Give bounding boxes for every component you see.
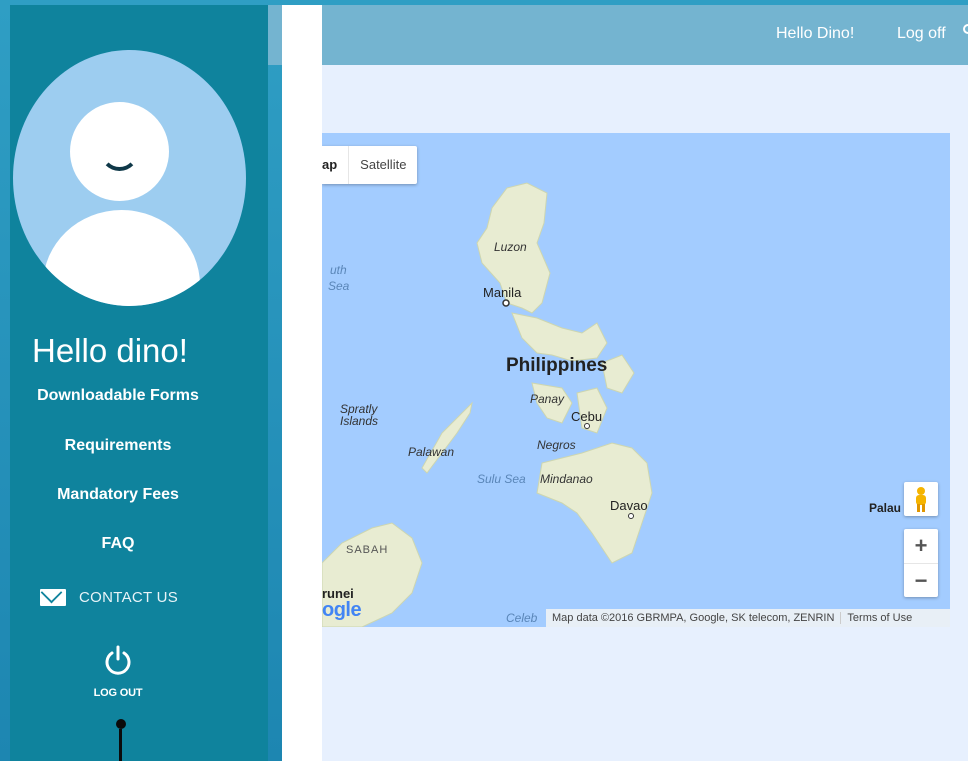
- contact-us-label: CONTACT US: [79, 589, 179, 606]
- power-icon: [105, 645, 131, 675]
- nav-downloadable-forms[interactable]: Downloadable Forms: [10, 387, 226, 405]
- map-view[interactable]: ap Satellite Luzon Manila Philippines Pa…: [322, 133, 950, 627]
- map-button[interactable]: ap: [322, 146, 348, 184]
- map-attribution: Map data ©2016 GBRMPA, Google, SK teleco…: [546, 609, 950, 627]
- map-label-manila: Manila: [483, 285, 522, 300]
- street-view-pegman[interactable]: [904, 482, 938, 516]
- map-label-luzon: Luzon: [494, 240, 527, 254]
- map-label-mindanao: Mindanao: [540, 472, 593, 486]
- contact-us-link[interactable]: CONTACT US: [40, 589, 178, 606]
- google-logo: ogle: [322, 599, 362, 621]
- map-label-davao: Davao: [610, 498, 648, 513]
- map-label-palau: Palau: [869, 501, 902, 515]
- map-label-palawan: Palawan: [408, 445, 455, 459]
- pegman-icon: [916, 487, 926, 512]
- mail-icon: [40, 589, 66, 606]
- avatar-smile: [100, 132, 139, 171]
- terms-of-use-link[interactable]: Terms of Use: [841, 612, 918, 624]
- map-label-south-sea-1: uth: [330, 263, 347, 277]
- map-label-cebu: Cebu: [571, 409, 603, 424]
- zoom-control: + −: [904, 529, 938, 597]
- top-bar: Hello Dino! Log off: [268, 5, 968, 65]
- nav-requirements[interactable]: Requirements: [10, 437, 226, 455]
- nav-mandatory-fees[interactable]: Mandatory Fees: [10, 486, 226, 504]
- logout-label: LOG OUT: [93, 687, 143, 699]
- content-gutter: [282, 5, 322, 761]
- avatar-body: [43, 210, 200, 306]
- logout-button[interactable]: LOG OUT: [80, 645, 156, 699]
- search-icon[interactable]: [962, 23, 968, 37]
- topbar-greeting: Hello Dino!: [776, 25, 855, 42]
- map-label-sulu-sea: Sulu Sea: [477, 472, 526, 486]
- zoom-out-button[interactable]: −: [904, 563, 938, 597]
- map-label-spratly: Spratly Islands: [340, 402, 379, 428]
- sidebar-greeting: Hello dino!: [32, 332, 188, 369]
- map-label-panay: Panay: [530, 392, 565, 406]
- satellite-button[interactable]: Satellite: [348, 146, 417, 184]
- map-type-control[interactable]: ap Satellite: [322, 146, 418, 184]
- logoff-link[interactable]: Log off: [897, 25, 946, 43]
- map-label-sabah: SABAH: [346, 544, 389, 556]
- nav-faq[interactable]: FAQ: [10, 535, 226, 553]
- sidebar: Hello dino! Downloadable Forms Requireme…: [10, 5, 268, 761]
- map-land: [322, 182, 653, 627]
- avatar-head: [70, 102, 169, 201]
- map-label-negros: Negros: [537, 438, 576, 452]
- map-label-south-sea-2: Sea: [328, 279, 350, 293]
- pin-marker: [116, 719, 126, 761]
- map-label-philippines: Philippines: [506, 355, 608, 376]
- attribution-text: Map data ©2016 GBRMPA, Google, SK teleco…: [552, 612, 835, 624]
- map-label-celebes: Celeb: [506, 611, 538, 625]
- avatar: [13, 50, 246, 306]
- zoom-in-button[interactable]: +: [904, 529, 938, 563]
